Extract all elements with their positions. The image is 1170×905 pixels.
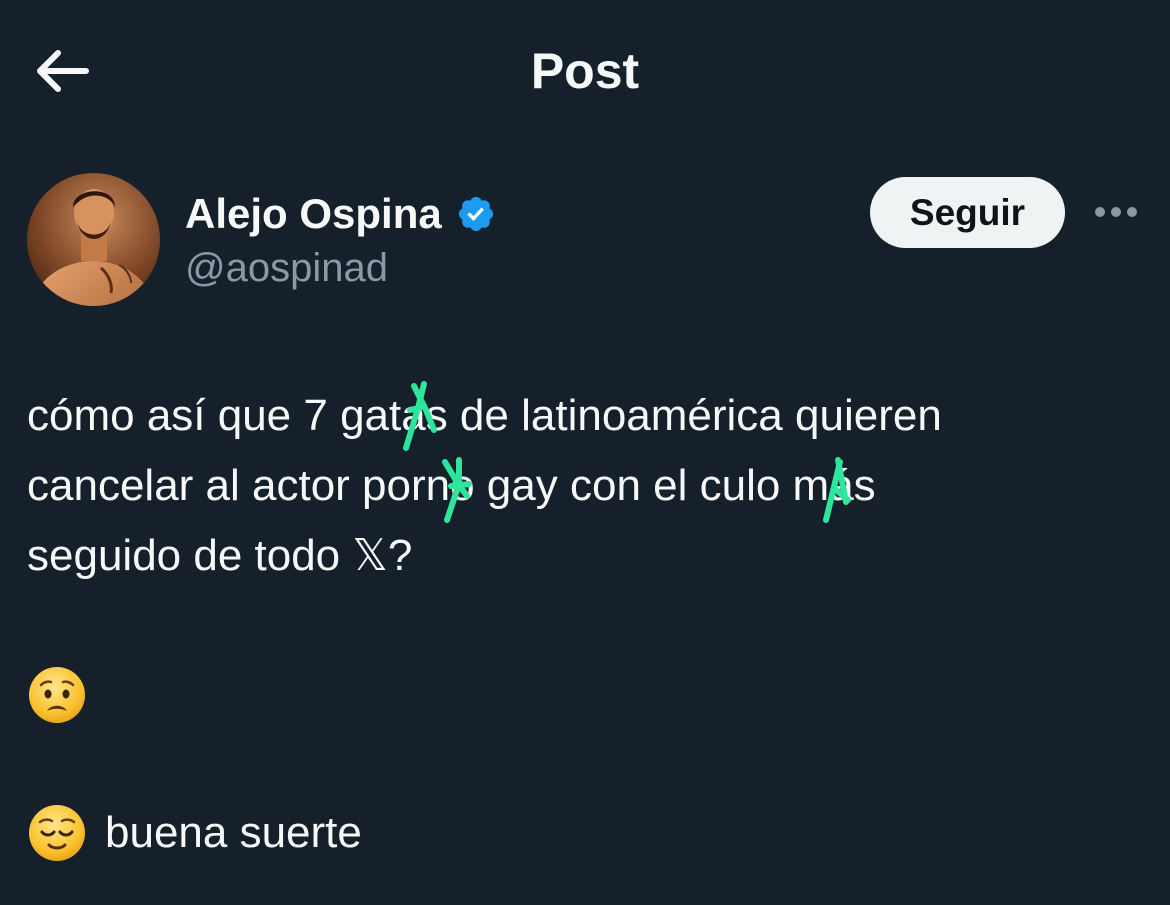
- relieved-face-emoji: [29, 805, 85, 861]
- display-name[interactable]: Alejo Ospina: [185, 188, 442, 240]
- emoji-line-1: [27, 660, 87, 730]
- post-text-line-2: cancelar al actor porno gay con el culo …: [27, 461, 876, 510]
- x-logo-text: 𝕏: [352, 530, 388, 581]
- page-title: Post: [530, 43, 640, 99]
- display-name-row: Alejo Ospina: [185, 188, 496, 240]
- emoji-line-2: buena suerte: [27, 798, 362, 868]
- author-handle[interactable]: @aospinad: [185, 242, 388, 294]
- worried-face-emoji: [29, 667, 85, 723]
- post-text-line-3-text: seguido de todo: [27, 531, 353, 580]
- post-text-line-1: cómo así que 7 gatas de latinoamérica qu…: [27, 391, 942, 440]
- post-text-line-3-end: ?: [387, 531, 413, 580]
- more-horizontal-icon: [1095, 207, 1137, 217]
- post-closing-text: buena suerte: [105, 808, 362, 857]
- post-author: Alejo Ospina @aospinad Seguir: [0, 170, 1170, 310]
- avatar[interactable]: [27, 173, 160, 306]
- top-bar: Post: [0, 0, 1170, 140]
- more-options-button[interactable]: [1092, 192, 1140, 232]
- post-text: cómo así que 7 gatas de latinoamérica qu…: [27, 381, 1147, 591]
- verified-badge-icon: [458, 196, 493, 232]
- post-text-line-3: seguido de todo 𝕏?: [27, 521, 1147, 591]
- avatar-image: [27, 173, 160, 306]
- follow-button[interactable]: Seguir: [870, 177, 1065, 248]
